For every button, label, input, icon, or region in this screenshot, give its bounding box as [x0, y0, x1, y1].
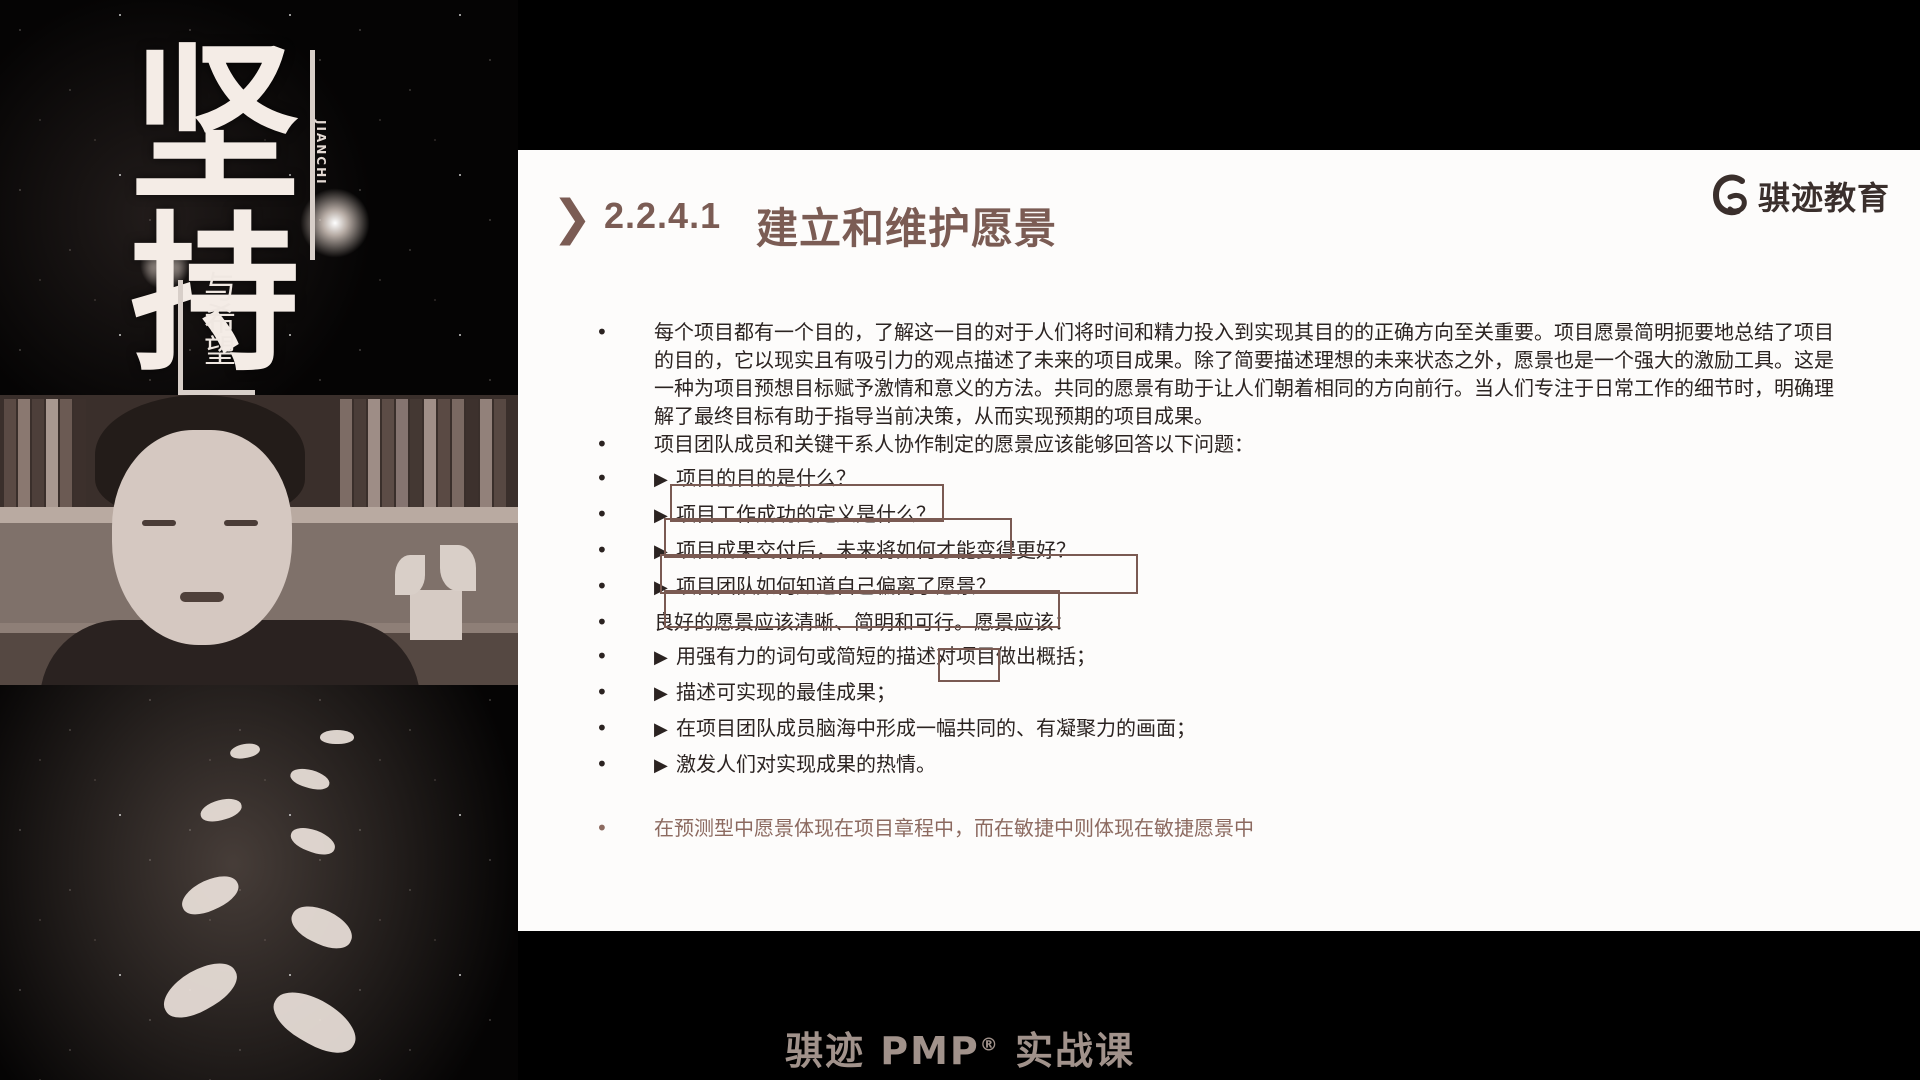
bullet-dot: •: [596, 432, 608, 456]
bullet-dot: •: [596, 752, 608, 776]
bullet-dot: •: [596, 716, 608, 740]
arrow-right-icon: ▶: [654, 647, 668, 668]
footer-suffix: 实战课: [999, 1029, 1135, 1073]
slide-content: • 每个项目都有一个目的，了解这一目的对于人们将时间和精力投入到实现其目的的正确…: [596, 318, 1836, 842]
sub-item: • ▶ 在项目团队成员脑海中形成一幅共同的、有凝聚力的画面；: [596, 714, 1836, 744]
bullet-dot: •: [596, 610, 608, 634]
bullet-dot: •: [596, 466, 608, 490]
arrow-right-icon: ▶: [654, 683, 668, 704]
arrow-right-icon: ▶: [654, 541, 668, 562]
note-item: • 在预测型中愿景体现在项目章程中，而在敏捷中则体现在敏捷愿景中: [596, 814, 1836, 842]
bullet-item: • 每个项目都有一个目的，了解这一目的对于人们将时间和精力投入到实现其目的的正确…: [596, 318, 1836, 430]
bullet-dot: •: [596, 574, 608, 598]
sub-item: • ▶ 用强有力的词句或简短的描述对项目做出概括；: [596, 642, 1836, 672]
bullet-dot: •: [596, 502, 608, 526]
sub-item-text: 描述可实现的最佳成果；: [676, 680, 896, 704]
sub-item: • ▶ 项目的目的是什么？: [596, 464, 1836, 494]
section-title: 建立和维护愿景: [756, 204, 1058, 253]
sub-item-text: 项目工作成功的定义是什么？: [676, 502, 936, 526]
arrow-right-icon: ▶: [654, 719, 668, 740]
arrow-right-icon: ▶: [654, 469, 668, 490]
person-face: [112, 430, 292, 645]
note-text: 在预测型中愿景体现在项目章程中，而在敏捷中则体现在敏捷愿景中: [654, 816, 1254, 840]
bullet-item: • 良好的愿景应该清晰、简明和可行。愿景应该：: [596, 608, 1836, 636]
sub-item-text: 激发人们对实现成果的热情。: [676, 752, 936, 776]
registered-mark: ®: [979, 1034, 1000, 1056]
course-footer: 骐迹 PMP® 实战课: [0, 1020, 1920, 1075]
poster-calligraphy-sub: 与希望: [199, 270, 237, 366]
section-number: 2.2.4.1: [604, 195, 722, 236]
plant-pot: [410, 590, 462, 640]
logo-text: 骐迹教育: [1757, 179, 1890, 217]
webcam-feed: [0, 395, 518, 685]
sub-item: • ▶ 激发人们对实现成果的热情。: [596, 750, 1836, 780]
bullet-dot: •: [596, 320, 608, 344]
bullet-text: 每个项目都有一个目的，了解这一目的对于人们将时间和精力投入到实现其目的的正确方向…: [654, 320, 1834, 428]
sub-item: • ▶ 项目工作成功的定义是什么？: [596, 500, 1836, 530]
bullet-item: • 项目团队成员和关键干系人协作制定的愿景应该能够回答以下问题：: [596, 430, 1836, 458]
sub-item: • ▶ 项目团队如何知道自己偏离了愿景？: [596, 572, 1836, 602]
footer-prefix: 骐迹 PMP: [785, 1029, 980, 1073]
chevron-right-icon: ❯: [552, 190, 593, 246]
sub-item-text: 项目成果交付后，未来将如何才能变得更好？: [676, 538, 1076, 562]
footprints-graphic: [140, 730, 400, 1064]
bullet-dot: •: [596, 644, 608, 668]
arrow-right-icon: ▶: [654, 755, 668, 776]
sub-item: • ▶ 描述可实现的最佳成果；: [596, 678, 1836, 708]
bullet-text: 项目团队成员和关键干系人协作制定的愿景应该能够回答以下问题：: [654, 432, 1254, 456]
bullet-dot: •: [596, 538, 608, 562]
sub-item-text: 在项目团队成员脑海中形成一幅共同的、有凝聚力的画面；: [676, 716, 1196, 740]
sub-item-text: 项目的目的是什么？: [676, 466, 856, 490]
sub-item: • ▶ 项目成果交付后，未来将如何才能变得更好？: [596, 536, 1836, 566]
bullet-text: 良好的愿景应该清晰、简明和可行。愿景应该：: [654, 610, 1074, 634]
bullet-dot: •: [596, 816, 608, 840]
poster-latin-text: JIANCHI: [314, 120, 328, 186]
sub-item-text: 用强有力的词句或简短的描述对项目做出概括；: [676, 644, 1096, 668]
bullet-dot: •: [596, 680, 608, 704]
arrow-right-icon: ▶: [654, 577, 668, 598]
plant-leaf: [395, 555, 425, 595]
logo-mark-icon: [1712, 173, 1752, 219]
arrow-right-icon: ▶: [654, 505, 668, 526]
slide: ❯ 2.2.4.1 建立和维护愿景 骐迹教育 • 每个项目都有一个目的，了解这一…: [518, 150, 1920, 931]
brand-logo: 骐迹教育: [1712, 166, 1890, 226]
sub-item-text: 项目团队如何知道自己偏离了愿景？: [676, 574, 996, 598]
plant-leaf: [440, 545, 476, 591]
